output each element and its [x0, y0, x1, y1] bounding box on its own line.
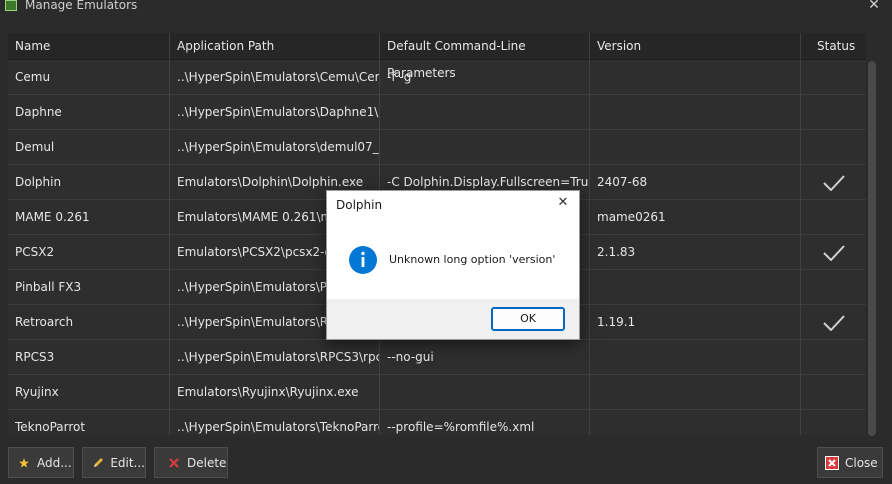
- checkmark-icon: [801, 305, 866, 340]
- dialog-footer: OK: [327, 299, 579, 339]
- delete-button-label: Delete: [187, 455, 227, 470]
- cell-name: Pinball FX3: [8, 270, 170, 305]
- cell-params: -f -g: [380, 60, 590, 95]
- cell-version: [590, 130, 801, 165]
- scrollbar-thumb[interactable]: [868, 61, 876, 436]
- pencil-icon: [91, 456, 104, 470]
- column-header-status[interactable]: Status: [801, 33, 866, 60]
- cell-version: 2407-68: [590, 165, 801, 200]
- cell-status: [801, 95, 866, 130]
- close-button[interactable]: Close: [817, 447, 883, 478]
- cell-status: [801, 340, 866, 375]
- column-header-name[interactable]: Name: [8, 33, 170, 60]
- cell-status: [801, 130, 866, 165]
- cell-version: [590, 60, 801, 95]
- cell-name: Retroarch: [8, 305, 170, 340]
- cell-version: 1.19.1: [590, 305, 801, 340]
- table-row[interactable]: Daphne..\HyperSpin\Emulators\Daphne1\dap…: [8, 95, 866, 130]
- window-title: Manage Emulators: [25, 0, 138, 12]
- checkmark-icon: [801, 165, 866, 200]
- cell-path: ..\HyperSpin\Emulators\Daphne1\daphne.ex…: [170, 95, 380, 130]
- cell-version: [590, 340, 801, 375]
- add-button[interactable]: Add...: [8, 447, 74, 478]
- cell-name: RPCS3: [8, 340, 170, 375]
- cell-params: [380, 375, 590, 410]
- column-header-version[interactable]: Version: [590, 33, 801, 60]
- cell-name: PCSX2: [8, 235, 170, 270]
- cell-name: Ryujinx: [8, 375, 170, 410]
- dialog-close-icon[interactable]: ✕: [555, 195, 571, 211]
- cell-path: ..\HyperSpin\Emulators\Cemu\Cemu.exe: [170, 60, 380, 95]
- cell-status: [801, 60, 866, 95]
- plus-star-icon: [17, 456, 31, 470]
- cell-name: Cemu: [8, 60, 170, 95]
- red-x-icon: [167, 456, 181, 470]
- table-header: Name Application Path Default Command-Li…: [8, 33, 866, 80]
- dialog-title: Dolphin: [336, 198, 383, 212]
- table-row[interactable]: Demul..\HyperSpin\Emulators\demul07_1111…: [8, 130, 866, 165]
- message-dialog: Dolphin ✕ Unknown long option 'version' …: [326, 190, 580, 340]
- cell-version: [590, 410, 801, 435]
- cell-status: [801, 305, 866, 340]
- ok-button[interactable]: OK: [491, 307, 565, 331]
- checkmark-icon: [801, 235, 866, 270]
- cell-params: --profile=%romfile%.xml: [380, 410, 590, 435]
- cell-name: MAME 0.261: [8, 200, 170, 235]
- cell-params: [380, 95, 590, 130]
- cell-version: 2.1.83: [590, 235, 801, 270]
- cell-version: [590, 270, 801, 305]
- close-button-label: Close: [845, 455, 878, 470]
- table-row[interactable]: TeknoParrot ..\HyperSpin\Emulators\TeknoP…: [8, 410, 866, 435]
- cell-params: [380, 130, 590, 165]
- cell-status: [801, 235, 866, 270]
- cell-name: Daphne: [8, 95, 170, 130]
- cell-status: [801, 270, 866, 305]
- cell-name: TeknoParrot: [8, 410, 170, 435]
- dialog-body: Unknown long option 'version': [327, 221, 579, 299]
- cell-path: ..\HyperSpin\Emulators\demul07_111117\de…: [170, 130, 380, 165]
- cell-params: --no-gui: [380, 340, 590, 375]
- add-button-label: Add...: [37, 455, 72, 470]
- vertical-scrollbar[interactable]: [866, 33, 878, 436]
- cell-version: [590, 375, 801, 410]
- cell-name: Dolphin: [8, 165, 170, 200]
- close-box-icon: [825, 455, 839, 470]
- window-titlebar: Manage Emulators ✕: [0, 0, 892, 18]
- cell-version: mame0261: [590, 200, 801, 235]
- edit-button[interactable]: Edit...: [82, 447, 146, 478]
- edit-button-label: Edit...: [110, 455, 145, 470]
- delete-button[interactable]: Delete: [154, 447, 228, 478]
- cell-path: ..\HyperSpin\Emulators\TeknoParrot\Tekno…: [170, 410, 380, 435]
- table-row[interactable]: Cemu..\HyperSpin\Emulators\Cemu\Cemu.exe…: [8, 60, 866, 95]
- dialog-message: Unknown long option 'version': [389, 253, 556, 266]
- table-row[interactable]: Ryujinx Emulators\Ryujinx\Ryujinx.exe: [8, 375, 866, 410]
- window-close-icon[interactable]: ✕: [866, 0, 882, 13]
- table-row[interactable]: RPCS3..\HyperSpin\Emulators\RPCS3\rpcs3.…: [8, 340, 866, 375]
- cell-path: ..\HyperSpin\Emulators\RPCS3\rpcs3.exe: [170, 340, 380, 375]
- info-icon: [348, 245, 378, 275]
- cell-status: [801, 200, 866, 235]
- column-header-params[interactable]: Default Command-Line Parameters: [380, 33, 590, 80]
- cell-status: [801, 165, 866, 200]
- column-header-path[interactable]: Application Path: [170, 33, 380, 60]
- cell-name: Demul: [8, 130, 170, 165]
- cell-status: [801, 375, 866, 410]
- emulator-app-icon: [5, 0, 17, 11]
- cell-path: Emulators\Ryujinx\Ryujinx.exe: [170, 375, 380, 410]
- cell-version: [590, 95, 801, 130]
- cell-status: [801, 410, 866, 435]
